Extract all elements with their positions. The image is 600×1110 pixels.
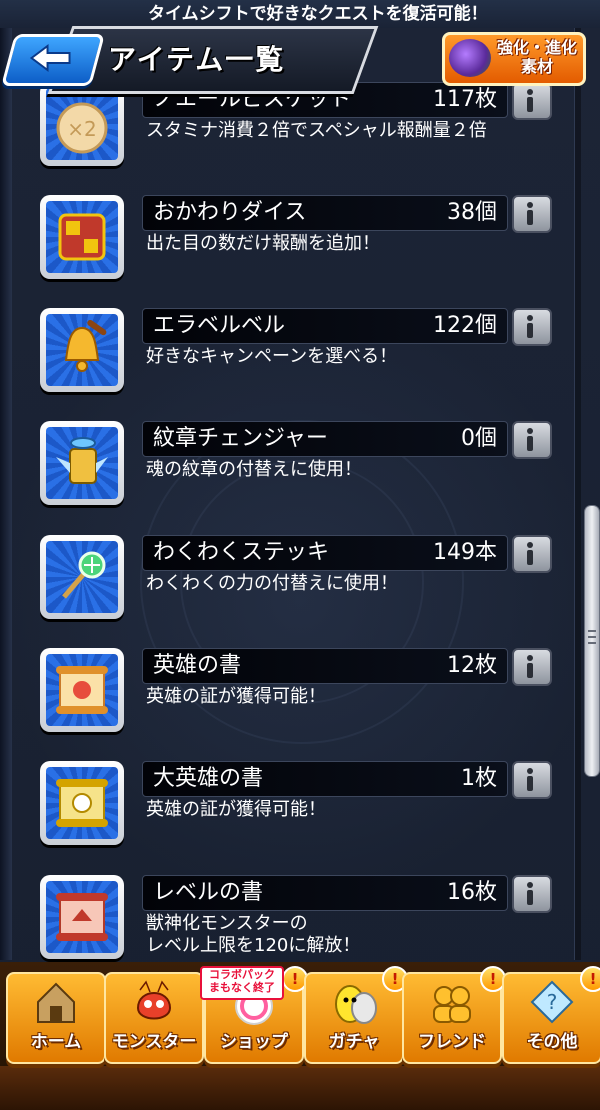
collab-badge: コラボパック まもなく終了 (200, 966, 284, 1000)
item-quantity: 38個 (447, 200, 497, 225)
item-description: スタミナ消費２倍でスペシャル報酬量２倍 (146, 120, 487, 141)
info-button[interactable] (512, 535, 552, 573)
scrollbar-thumb[interactable] (584, 505, 600, 777)
wand-icon (62, 551, 106, 599)
material-button-label: 強化・進化 素材 (496, 38, 577, 76)
nav-monster-button[interactable]: モンスター (104, 972, 204, 1064)
other-icon: ? (530, 980, 574, 1024)
item-row[interactable]: エラベルベル 122個好きなキャンペーンを選べる！ (38, 308, 558, 418)
svg-text:×2: ×2 (67, 117, 96, 141)
item-name: 英雄の書 (153, 653, 242, 678)
nav-home-button[interactable]: ホーム (6, 972, 106, 1064)
left-rail (0, 0, 12, 960)
item-name-bar: レベルの書 16枚 (142, 875, 508, 911)
header: アイテム一覧 (0, 26, 379, 94)
item-name-bar: 英雄の書 12枚 (142, 648, 508, 684)
item-quantity: 149本 (433, 540, 497, 565)
biscuit-icon: ×2 (56, 102, 108, 154)
gacha-egg-icon (335, 985, 377, 1024)
item-name-bar: おかわりダイス 38個 (142, 195, 508, 231)
item-row[interactable]: ×2 ノエールビスケット 117枚 スタミナ消費２倍でスペシャル報酬量２倍 (38, 82, 558, 192)
info-button[interactable] (512, 875, 552, 913)
home-icon (37, 982, 75, 1023)
item-description: 英雄の証が獲得可能！ (146, 799, 326, 820)
item-quantity: 16枚 (447, 880, 497, 905)
item-icon-frame: ×2 (40, 82, 124, 166)
item-row[interactable]: わくわくステッキ 149本わくわくの力の付替えに使用！ (38, 535, 558, 645)
back-button[interactable] (1, 34, 105, 86)
top-strip: タイムシフトで好きなクエストを復活可能！ (0, 0, 600, 28)
info-button[interactable] (512, 82, 552, 120)
nav-label: フレンド (418, 1032, 486, 1052)
item-name: レベルの書 (153, 880, 264, 905)
item-quantity: 1枚 (461, 766, 497, 791)
bottom-nav-base (0, 1066, 600, 1110)
material-icon (449, 39, 491, 77)
nav-label: ガチャ (328, 1032, 380, 1052)
item-description: 好きなキャンペーンを選べる！ (146, 346, 398, 367)
back-arrow-icon (29, 44, 71, 72)
item-quantity: 0個 (461, 426, 497, 451)
item-description: 出た目の数だけ報酬を追加！ (146, 233, 380, 254)
nav-other-button[interactable]: ? その他! (502, 966, 600, 1064)
bell-icon (64, 319, 107, 372)
prev-item-description: タイムシフトで好きなクエストを復活可能！ (148, 4, 488, 24)
emblem-changer-icon (56, 437, 108, 484)
red-scroll-icon (56, 893, 108, 941)
alert-badge: ! (580, 966, 600, 992)
item-name-bar: 大英雄の書 1枚 (142, 761, 508, 797)
item-name: わくわくステッキ (153, 540, 330, 565)
item-icon-frame (40, 308, 124, 392)
item-description: 魂の紋章の付替えに使用！ (146, 459, 362, 480)
item-name-bar: エラベルベル 122個 (142, 308, 508, 344)
nav-label: ショップ (220, 1032, 288, 1052)
item-description: 英雄の証が獲得可能！ (146, 686, 326, 707)
page-title: アイテム一覧 (108, 43, 286, 76)
scrollbar-track[interactable] (574, 0, 581, 960)
info-button[interactable] (512, 761, 552, 799)
item-row[interactable]: おかわりダイス 38個出た目の数だけ報酬を追加！ (38, 195, 558, 305)
friend-icon (433, 986, 471, 1023)
dice-icon (58, 213, 106, 261)
info-button[interactable] (512, 308, 552, 346)
item-row[interactable]: 英雄の書 12枚英雄の証が獲得可能！ (38, 648, 558, 758)
info-button[interactable] (512, 195, 552, 233)
item-icon-frame (40, 535, 124, 619)
nav-friend-button[interactable]: フレンド! (402, 966, 506, 1064)
item-name-bar: わくわくステッキ 149本 (142, 535, 508, 571)
item-name: おかわりダイス (153, 200, 307, 225)
item-icon-frame (40, 421, 124, 505)
item-row[interactable]: 紋章チェンジャー 0個魂の紋章の付替えに使用！ (38, 421, 558, 531)
nav-label: その他 (526, 1032, 578, 1052)
item-icon-frame (40, 195, 124, 279)
item-quantity: 117枚 (433, 87, 497, 112)
gold-scroll-icon (56, 779, 108, 827)
svg-text:?: ? (547, 990, 558, 1014)
item-name-bar: 紋章チェンジャー 0個 (142, 421, 508, 457)
item-description: 獣神化モンスターの レベル上限を120に解放！ (146, 913, 361, 956)
material-button[interactable]: 強化・進化 素材 (442, 32, 586, 86)
monster-icon (136, 980, 172, 1020)
item-icon-frame (40, 761, 124, 845)
info-button[interactable] (512, 648, 552, 686)
item-name: 大英雄の書 (153, 766, 264, 791)
item-name: 紋章チェンジャー (153, 426, 328, 451)
item-name: エラベルベル (153, 313, 286, 338)
item-icon-frame (40, 875, 124, 959)
nav-gacha-button[interactable]: ガチャ! (304, 966, 408, 1064)
item-icon-frame (40, 648, 124, 732)
nav-label: モンスター (111, 1032, 197, 1052)
item-description: わくわくの力の付替えに使用！ (146, 573, 398, 594)
item-quantity: 122個 (433, 313, 497, 338)
info-button[interactable] (512, 421, 552, 459)
item-quantity: 12枚 (447, 653, 497, 678)
item-row[interactable]: 大英雄の書 1枚英雄の証が獲得可能！ (38, 761, 558, 871)
nav-label: ホーム (30, 1032, 82, 1052)
scroll-icon (56, 666, 108, 714)
